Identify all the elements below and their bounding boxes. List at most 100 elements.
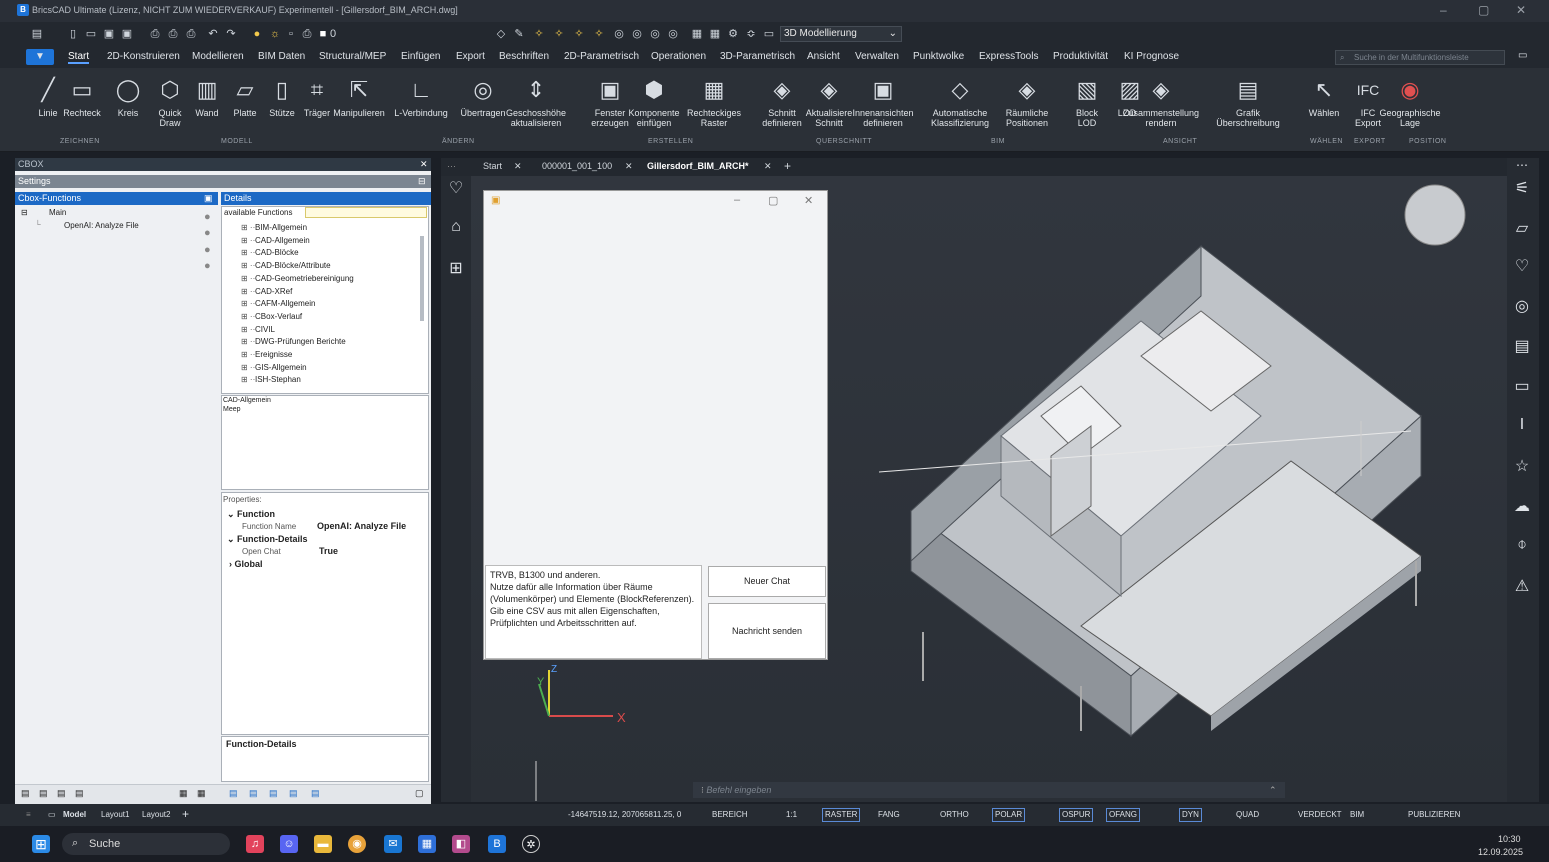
grid-button[interactable]: ▦ Rechteckiges Raster <box>679 76 750 128</box>
doc-tab-start[interactable]: Start <box>483 161 502 171</box>
workspace-dropdown[interactable]: 3D Modellierung ⌄ <box>780 26 902 42</box>
panel-icon[interactable]: ▦ <box>690 27 704 41</box>
maximize-button[interactable]: ▢ <box>1478 3 1489 17</box>
layout-tab-model[interactable]: Model <box>63 810 86 819</box>
tab-export[interactable]: Export <box>456 51 485 62</box>
view-icon[interactable]: ◎ <box>666 27 680 41</box>
expand-icon[interactable]: ⊞ ·· <box>241 274 255 283</box>
tool-icon[interactable]: ▦ <box>197 788 206 799</box>
chevron-up-icon[interactable]: ⌃ <box>1269 782 1277 798</box>
rectangle-button[interactable]: ▭ Rechteck <box>57 76 106 118</box>
side-icon[interactable]: ● <box>204 244 211 256</box>
settings-icon[interactable]: ⚙ <box>726 27 740 41</box>
lightbulb-icon[interactable]: ♡ <box>1507 256 1537 276</box>
ribbon-search-input[interactable]: ⌕ Suche in der Multifunktionsleiste <box>1335 50 1505 65</box>
redo-icon[interactable]: ↷ <box>224 27 238 41</box>
prop-value[interactable]: OpenAI: Analyze File <box>317 521 406 531</box>
function-category[interactable]: CBox-Verlauf <box>255 312 302 321</box>
circle-button[interactable]: ◯ Kreis <box>112 76 145 118</box>
ribbon-group-querschnitt[interactable]: QUERSCHNITT <box>816 138 872 145</box>
pin-icon[interactable]: ☆ <box>1507 456 1537 476</box>
tab-expresstools[interactable]: ExpressTools <box>979 51 1038 62</box>
layout-tab-layout1[interactable]: Layout1 <box>101 810 129 819</box>
ribbon-group-position[interactable]: POSITION <box>1409 138 1446 145</box>
sliders-icon[interactable]: ⚟ <box>1507 178 1537 198</box>
tool-icon[interactable]: ▤ <box>311 788 320 799</box>
new-file-icon[interactable]: ▯ <box>66 27 80 41</box>
property-group-global[interactable]: › Global <box>229 559 263 569</box>
expand-icon[interactable]: ⊞ ·· <box>241 248 255 257</box>
warning-icon[interactable]: ⚠ <box>1507 576 1537 596</box>
tab-ki-prognose[interactable]: KI Prognose <box>1124 51 1179 62</box>
filter-icon[interactable]: ≎ <box>744 27 758 41</box>
tree-root[interactable]: Main <box>49 208 66 217</box>
pen-icon[interactable]: ✎ <box>512 27 526 41</box>
tool-icon[interactable]: ▤ <box>75 788 84 799</box>
layout-tab-layout2[interactable]: Layout2 <box>142 810 170 819</box>
minimize-button[interactable]: – <box>734 194 740 206</box>
folder-icon[interactable]: ▬ <box>314 835 332 853</box>
tool-icon[interactable]: ▤ <box>21 788 30 799</box>
function-category[interactable]: CAD-XRef <box>255 287 292 296</box>
function-search-input[interactable] <box>305 207 427 218</box>
app-icon[interactable]: ▦ <box>418 835 436 853</box>
function-category[interactable]: CAD-Blöcke/Attribute <box>255 261 331 270</box>
tab-modellieren[interactable]: Modellieren <box>192 51 244 62</box>
property-group-function[interactable]: ⌄ Function <box>227 509 275 520</box>
chatgpt-icon[interactable]: ✲ <box>522 835 540 853</box>
function-category[interactable]: CAD-Geometriebereinigung <box>255 274 354 283</box>
tab-punktwolke[interactable]: Punktwolke <box>913 51 964 62</box>
bricscad-taskbar-icon[interactable]: B <box>488 835 506 853</box>
close-icon[interactable]: ✕ <box>514 161 522 172</box>
close-icon[interactable]: ✕ <box>764 161 772 172</box>
layout-icon[interactable]: ▭ <box>48 810 56 819</box>
status-toggle-dyn[interactable]: DYN <box>1179 808 1202 822</box>
layer-print-icon[interactable]: ⎙ <box>300 27 314 41</box>
new-chat-button[interactable]: Neuer Chat <box>708 566 826 597</box>
ribbon-group-modell[interactable]: MODELL <box>221 138 253 145</box>
close-icon[interactable]: ✕ <box>625 161 633 172</box>
tool-icon[interactable]: ▤ <box>57 788 66 799</box>
lightbulb-icon[interactable]: ♡ <box>441 178 471 198</box>
layer-lock-icon[interactable]: ▫ <box>284 27 298 41</box>
tool-icon[interactable]: ▤ <box>229 788 238 799</box>
save-icon[interactable]: ▣ <box>102 27 116 41</box>
windows-start-icon[interactable]: ⊞ <box>32 835 50 853</box>
add-layout-icon[interactable]: + <box>182 807 189 821</box>
ribbon-group-erstellen[interactable]: ERSTELLEN <box>648 138 693 145</box>
tab-2d-konstruieren[interactable]: 2D-Konstruieren <box>107 51 180 62</box>
collapse-icon[interactable]: ⊟ <box>418 176 426 187</box>
function-category[interactable]: BIM-Allgemein <box>255 223 307 232</box>
menu-icon[interactable]: ▤ <box>30 27 44 41</box>
outlook-icon[interactable]: ✉ <box>384 835 402 853</box>
tree-child[interactable]: OpenAI: Analyze File <box>64 221 139 230</box>
doc-tab-active[interactable]: Gillersdorf_BIM_ARCH* <box>647 161 749 171</box>
ribbon-group-ansicht[interactable]: ANSICHT <box>1163 138 1197 145</box>
menu-icon[interactable]: ⋯ <box>1507 158 1537 172</box>
function-category[interactable]: CAD-Blöcke <box>255 248 299 257</box>
status-toggle-quad[interactable]: QUAD <box>1236 810 1259 819</box>
attachment-icon[interactable]: ⌽ <box>1507 536 1537 554</box>
tool-icon[interactable]: ✧ <box>592 27 606 41</box>
view-icon[interactable]: ◎ <box>612 27 626 41</box>
expand-icon[interactable]: ⊞ ·· <box>241 325 255 334</box>
expand-icon[interactable]: ⊞ ·· <box>241 299 255 308</box>
l-connection-button[interactable]: ∟ L-Verbindung <box>386 76 457 118</box>
panel-toggle-icon[interactable]: ▭ <box>1518 50 1527 61</box>
geo-button[interactable]: ◉ Geographische Lage <box>1372 76 1448 128</box>
story-height-button[interactable]: ⇕ Geschosshöhe aktualisieren <box>498 76 574 128</box>
ribbon-group-bim[interactable]: BIM <box>991 138 1005 145</box>
expand-icon[interactable]: ⊞ ·· <box>241 261 255 270</box>
tool-icon[interactable]: ✧ <box>572 27 586 41</box>
status-toggle-ospur[interactable]: OSPUR <box>1059 808 1094 822</box>
close-icon[interactable]: ✕ <box>420 159 428 170</box>
layer-name[interactable]: 0 <box>330 27 336 41</box>
ribbon-group-wählen[interactable]: WÄHLEN <box>1310 138 1343 145</box>
add-tab-icon[interactable]: + <box>784 159 791 173</box>
maximize-button[interactable]: ▢ <box>768 194 778 207</box>
pin-icon[interactable]: ▣ <box>204 193 213 204</box>
function-category[interactable]: CAD-Allgemein <box>255 236 310 245</box>
status-toggle-ortho[interactable]: ORTHO <box>940 810 969 819</box>
cloud-icon[interactable]: ☁ <box>1507 496 1537 516</box>
tab-3d-parametrisch[interactable]: 3D-Parametrisch <box>720 51 795 62</box>
